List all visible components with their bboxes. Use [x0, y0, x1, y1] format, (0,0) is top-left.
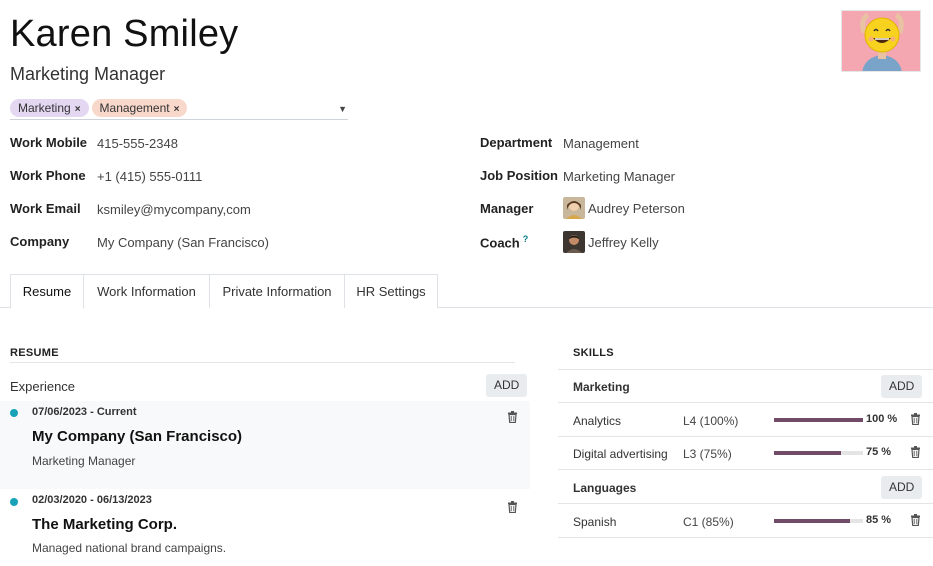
skill-name: Spanish: [573, 515, 617, 529]
coach-label: Coach?: [480, 234, 528, 250]
tag-marketing: Marketing ×: [10, 99, 89, 117]
trash-icon[interactable]: [910, 446, 921, 461]
work-mobile-label: Work Mobile: [10, 135, 88, 150]
skill-level: L3 (75%): [683, 447, 732, 461]
resume-entry-description: Marketing Manager: [32, 454, 136, 468]
trash-icon[interactable]: [507, 501, 518, 516]
tag-label: Management: [99, 101, 170, 115]
work-mobile-input[interactable]: 415-555-2348: [97, 136, 178, 151]
skill-progress-fill: [774, 519, 850, 523]
skill-name: Digital advertising: [573, 447, 668, 461]
skill-type-label: Languages: [573, 481, 637, 495]
skill-percent: 100 %: [866, 413, 898, 425]
tags-field[interactable]: Marketing × Management × ▼: [10, 99, 348, 120]
coach-avatar: [563, 231, 585, 253]
skill-progress-fill: [774, 451, 841, 455]
resume-entry-date: 02/03/2020 - 06/13/2023: [32, 494, 152, 506]
coach-name: Jeffrey Kelly: [588, 234, 659, 250]
coach-input[interactable]: Jeffrey Kelly: [563, 231, 659, 253]
trash-icon[interactable]: [507, 411, 518, 426]
work-phone-input[interactable]: +1 (415) 555-0111: [97, 169, 202, 184]
skill-percent: 75 %: [866, 446, 892, 458]
skill-level: C1 (85%): [683, 515, 734, 529]
work-email-label: Work Email: [10, 201, 81, 216]
resume-entry-company: The Marketing Corp.: [32, 516, 178, 533]
tab-private-information[interactable]: Private Information: [209, 274, 345, 308]
tab-hr-settings[interactable]: HR Settings: [344, 274, 438, 308]
manager-avatar: [563, 197, 585, 219]
skill-progress-fill: [774, 418, 863, 422]
manager-name: Audrey Peterson: [588, 200, 685, 216]
form-tabs: Resume Work Information Private Informat…: [0, 274, 933, 309]
skill-progress-bar: [774, 451, 863, 455]
skill-name: Analytics: [573, 414, 622, 428]
manager-input[interactable]: Audrey Peterson: [563, 197, 685, 219]
skill-type-row: Marketing ADD: [558, 370, 933, 403]
skill-row[interactable]: Spanish C1 (85%) 85 %: [558, 505, 933, 538]
add-resume-button[interactable]: ADD: [486, 374, 528, 397]
skills-section-title: SKILLS: [573, 347, 614, 359]
resume-divider: [10, 362, 515, 363]
add-skill-button[interactable]: ADD: [881, 476, 923, 499]
tab-resume[interactable]: Resume: [10, 274, 84, 309]
caret-down-icon[interactable]: ▼: [338, 104, 347, 114]
job-position-label: Job Position: [480, 168, 558, 183]
smiley-photo-icon: [842, 11, 920, 71]
tag-management: Management ×: [91, 99, 188, 117]
skill-level: L4 (100%): [683, 414, 739, 428]
timeline-dot-icon: [10, 498, 18, 506]
department-input[interactable]: Management: [563, 136, 639, 151]
employee-job-title[interactable]: Marketing Manager: [10, 64, 165, 85]
skill-row[interactable]: Analytics L4 (100%) 100 %: [558, 404, 933, 437]
tag-remove-icon[interactable]: ×: [174, 104, 180, 115]
employee-name[interactable]: Karen Smiley: [10, 13, 238, 56]
work-phone-label: Work Phone: [10, 168, 86, 183]
timeline-dot-icon: [10, 409, 18, 417]
experience-heading: Experience: [10, 379, 76, 394]
resume-entry[interactable]: 02/03/2020 - 06/13/2023 The Marketing Co…: [0, 489, 530, 566]
skill-row[interactable]: Digital advertising L3 (75%) 75 %: [558, 437, 933, 470]
skill-progress-bar: [774, 418, 863, 422]
department-label: Department: [480, 135, 553, 150]
resume-entry-date: 07/06/2023 - Current: [32, 406, 137, 418]
add-skill-button[interactable]: ADD: [881, 375, 923, 398]
skill-percent: 85 %: [866, 514, 892, 526]
skill-progress-bar: [774, 519, 863, 523]
resume-section-title: RESUME: [10, 347, 59, 359]
employee-photo[interactable]: [841, 10, 921, 72]
trash-icon[interactable]: [910, 413, 921, 428]
skill-type-row: Languages ADD: [558, 471, 933, 504]
trash-icon[interactable]: [910, 514, 921, 529]
coach-label-text: Coach: [480, 235, 520, 251]
help-icon[interactable]: ?: [523, 234, 529, 244]
tag-remove-icon[interactable]: ×: [75, 104, 81, 115]
tag-label: Marketing: [18, 101, 71, 115]
manager-label: Manager: [480, 201, 534, 216]
person-avatar-icon: [563, 231, 585, 253]
resume-entry-company: My Company (San Francisco): [32, 428, 243, 445]
company-input[interactable]: My Company (San Francisco): [97, 235, 269, 250]
skill-type-label: Marketing: [573, 380, 630, 394]
work-email-input[interactable]: ksmiley@mycompany,com: [97, 202, 251, 217]
person-avatar-icon: [563, 197, 585, 219]
resume-entry[interactable]: 07/06/2023 - Current My Company (San Fra…: [0, 401, 530, 489]
company-label: Company: [10, 234, 70, 249]
resume-entry-description: Managed national brand campaigns.: [32, 541, 227, 555]
tab-work-information[interactable]: Work Information: [83, 274, 210, 308]
job-position-input[interactable]: Marketing Manager: [563, 169, 675, 184]
